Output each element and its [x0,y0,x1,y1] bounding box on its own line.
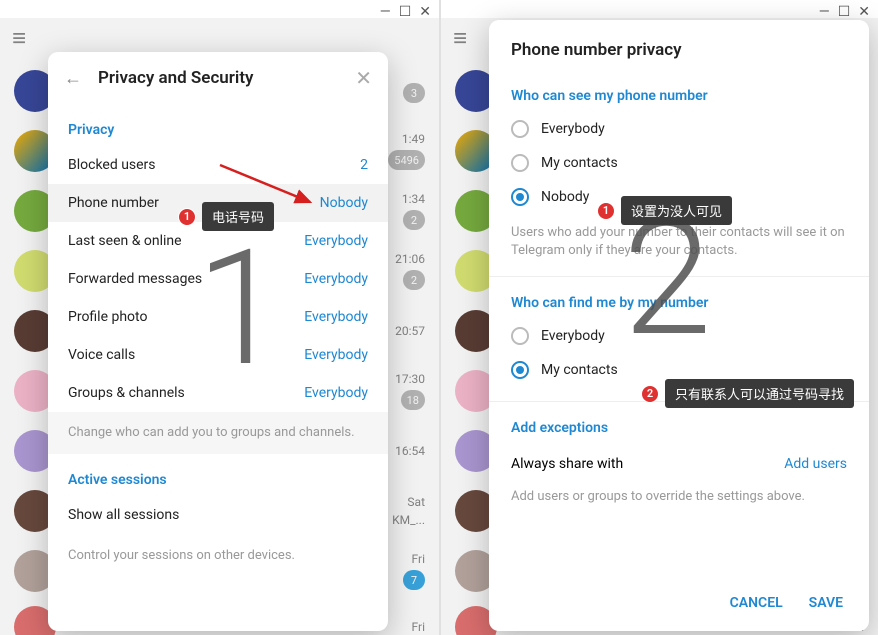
annotation-tooltip: 只有联系人可以通过号码寻找 [665,379,854,408]
radio-label: Nobody [541,189,589,205]
forwarded-messages-row[interactable]: Forwarded messages Everybody [48,260,388,298]
show-all-sessions-row[interactable]: Show all sessions [48,496,388,534]
row-label: Always share with [511,456,623,472]
sessions-hint: Control your sessions on other devices. [48,534,388,581]
phone-number-privacy-modal: Phone number privacy Who can see my phon… [489,20,869,631]
radio-icon [511,327,529,345]
radio-icon [511,154,529,172]
exceptions-hint: Add users or groups to override the sett… [489,484,869,522]
who-can-find-header: Who can find me by my number [489,277,869,319]
row-value: Everybody [304,309,368,325]
voice-calls-row[interactable]: Voice calls Everybody [48,336,388,374]
close-icon[interactable]: ✕ [355,66,372,90]
cancel-button[interactable]: CANCEL [730,595,783,611]
radio-icon [511,120,529,138]
always-share-row[interactable]: Always share with Add users [489,444,869,484]
row-value: Nobody [320,195,368,211]
row-label: Blocked users [68,157,156,173]
radio-label: My contacts [541,362,618,378]
radio-label: My contacts [541,155,618,171]
save-button[interactable]: SAVE [809,595,843,611]
annotation-badge: 2 [641,385,659,403]
row-label: Phone number [68,195,159,211]
row-value: Everybody [304,271,368,287]
radio-icon [511,188,529,206]
add-exceptions-header: Add exceptions [489,402,869,444]
back-icon[interactable]: ← [64,68,82,89]
who-can-see-header: Who can see my phone number [489,70,869,112]
option-everybody[interactable]: Everybody [489,112,869,146]
row-label: Groups & channels [68,385,185,401]
row-label: Show all sessions [68,507,179,523]
active-sessions-header: Active sessions [48,454,388,496]
annotation-tooltip: 设置为没人可见 [621,196,732,225]
radio-label: Everybody [541,328,605,344]
groups-hint: Change who can add you to groups and cha… [48,412,388,454]
radio-label: Everybody [541,121,605,137]
row-label: Last seen & online [68,233,182,249]
row-label: Profile photo [68,309,147,325]
radio-icon [511,361,529,379]
annotation-badge: 1 [597,202,615,220]
modal-title: Privacy and Security [98,68,339,88]
annotation-tooltip: 电话号码 [202,202,274,231]
groups-channels-row[interactable]: Groups & channels Everybody [48,374,388,412]
option-everybody-find[interactable]: Everybody [489,319,869,353]
row-value: Everybody [304,233,368,249]
profile-photo-row[interactable]: Profile photo Everybody [48,298,388,336]
privacy-section-header: Privacy [48,104,388,146]
add-users-link[interactable]: Add users [784,456,847,472]
row-value: 2 [360,157,368,173]
privacy-security-modal: ← Privacy and Security ✕ Privacy Blocked… [48,52,388,631]
modal-title: Phone number privacy [489,20,869,70]
row-label: Voice calls [68,347,135,363]
option-my-contacts[interactable]: My contacts [489,146,869,180]
row-label: Forwarded messages [68,271,202,287]
annotation-badge: 1 [178,208,196,226]
row-value: Everybody [304,347,368,363]
blocked-users-row[interactable]: Blocked users 2 [48,146,388,184]
row-value: Everybody [304,385,368,401]
